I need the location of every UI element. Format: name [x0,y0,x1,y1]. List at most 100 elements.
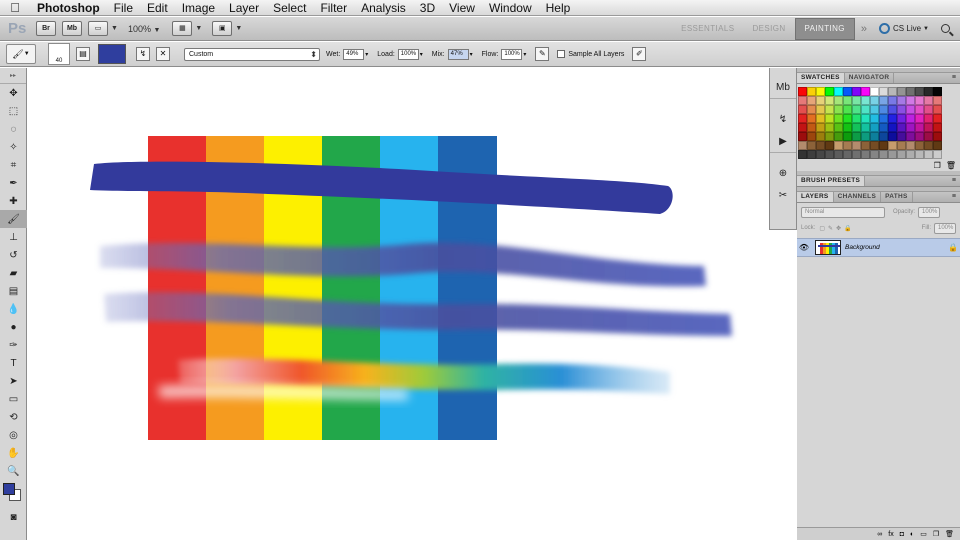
swatch[interactable] [807,87,816,96]
swatch[interactable] [915,123,924,132]
sample-all-layers-checkbox[interactable] [557,50,566,58]
swatch[interactable] [933,141,942,150]
swatch[interactable] [807,105,816,114]
swatch[interactable] [933,87,942,96]
blur-tool-icon[interactable]: 💧 [0,300,27,318]
swatch[interactable] [816,87,825,96]
swatch[interactable] [870,123,879,132]
swatch[interactable] [852,87,861,96]
clone-stamp-tool-icon[interactable]: ⊥ [0,228,27,246]
workspace-design[interactable]: DESIGN [743,19,794,39]
swatch[interactable] [888,105,897,114]
tab-channels[interactable]: CHANNELS [834,192,882,202]
swatch[interactable] [933,105,942,114]
actions-panel-icon[interactable]: ▶ [770,130,796,152]
clone-source-panel-icon[interactable]: ✂ [770,184,796,206]
rectangle-tool-icon[interactable]: ▭ [0,390,27,408]
swatch[interactable] [870,141,879,150]
swatch[interactable] [933,114,942,123]
swatch[interactable] [879,141,888,150]
swatch[interactable] [906,87,915,96]
swatch[interactable] [897,87,906,96]
swatch[interactable] [825,87,834,96]
tab-layers[interactable]: LAYERS [797,192,834,202]
swatch[interactable] [906,150,915,159]
eraser-tool-icon[interactable]: ▰ [0,264,27,282]
swatch[interactable] [852,123,861,132]
tab-swatches[interactable]: SWATCHES [797,73,845,83]
swatch[interactable] [924,150,933,159]
mix-dropdown-icon[interactable]: ▾ [470,51,476,58]
swatch[interactable] [825,105,834,114]
tab-brush-presets[interactable]: BRUSH PRESETS [797,176,866,186]
swatch[interactable] [834,132,843,141]
link-layers-icon[interactable]: ∞ [877,531,882,538]
swatch[interactable] [897,123,906,132]
foreground-color-swatch[interactable] [3,483,15,495]
screen-mode-dropdown[interactable]: ▣ ▼ [212,21,242,36]
clean-brush-icon[interactable]: ✕ [156,47,170,61]
document-canvas[interactable] [28,68,768,540]
menu-file[interactable]: File [107,0,140,16]
dock-grip[interactable] [770,68,796,76]
swatch[interactable] [834,87,843,96]
tab-navigator[interactable]: NAVIGATOR [845,73,895,83]
swatch[interactable] [888,150,897,159]
swatch[interactable] [915,105,924,114]
wet-field[interactable]: 49% [343,48,365,60]
eyedropper-tool-icon[interactable]: ✒ [0,174,27,192]
delete-layer-icon[interactable]: 🗑 [945,530,954,538]
swatch[interactable] [825,141,834,150]
swatch[interactable] [843,150,852,159]
menu-image[interactable]: Image [175,0,222,16]
type-tool-icon[interactable]: T [0,354,27,372]
visibility-eye-icon[interactable]: 👁 [797,243,811,252]
flow-dropdown-icon[interactable]: ▾ [523,51,529,58]
swatch[interactable] [924,114,933,123]
swatch[interactable] [807,123,816,132]
gradient-tool-icon[interactable]: ▤ [0,282,27,300]
apple-menu-icon[interactable]:  [0,0,30,15]
swatch[interactable] [834,105,843,114]
lasso-tool-icon[interactable]: ◌ [0,120,27,138]
menu-edit[interactable]: Edit [140,0,175,16]
swatch[interactable] [933,123,942,132]
swatch[interactable] [816,150,825,159]
panel-menu-icon[interactable]: ≡ [952,73,956,83]
swatch[interactable] [825,123,834,132]
swatch[interactable] [870,96,879,105]
swatch[interactable] [915,150,924,159]
swatch[interactable] [897,114,906,123]
swatch[interactable] [807,96,816,105]
adjustment-layer-icon[interactable]: ◐ [910,531,914,538]
swatch[interactable] [843,114,852,123]
swatch[interactable] [843,105,852,114]
swatch[interactable] [933,96,942,105]
quick-mask-icon[interactable]: ◙ [0,508,27,526]
swatch[interactable] [879,150,888,159]
crop-tool-icon[interactable]: ⌗ [0,156,27,174]
add-mask-icon[interactable]: ◘ [900,531,904,538]
swatch[interactable] [843,87,852,96]
swatch[interactable] [798,141,807,150]
swatch[interactable] [933,150,942,159]
swatch[interactable] [906,123,915,132]
lock-options-icon[interactable]: ▢✎✥🔒 [819,225,854,232]
swatch[interactable] [834,141,843,150]
new-layer-icon[interactable]: ❐ [933,530,939,538]
brush-panel-icon[interactable]: ⊕ [770,162,796,184]
menu-filter[interactable]: Filter [313,0,354,16]
swatch[interactable] [879,96,888,105]
hand-tool-icon[interactable]: ✋ [0,444,27,462]
swatch[interactable] [798,123,807,132]
swatch[interactable] [879,87,888,96]
mini-bridge-button[interactable]: Mb [62,21,82,36]
menu-help[interactable]: Help [539,0,578,16]
swatch[interactable] [834,123,843,132]
fill-field[interactable]: 100% [934,222,956,234]
view-extras-dropdown[interactable]: ▭ ▼ [88,21,118,36]
swatch[interactable] [852,114,861,123]
swatch[interactable] [915,96,924,105]
menu-view[interactable]: View [442,0,482,16]
healing-brush-tool-icon[interactable]: ✚ [0,192,27,210]
